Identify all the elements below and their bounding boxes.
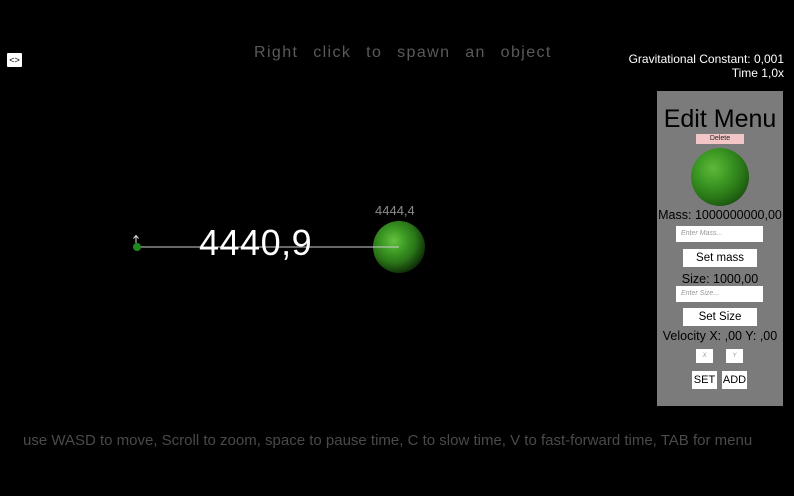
mass-text: Mass: 1000000000,00 [658,208,782,222]
set-velocity-button[interactable]: SET [692,371,717,389]
delete-button[interactable]: Delete [696,134,744,144]
add-velocity-button[interactable]: ADD [722,371,747,389]
distance-label: 4440,9 [199,222,313,263]
size-text: Size: 1000,00 [681,272,759,286]
edit-menu-panel: Edit Menu Delete Mass: 1000000000,00 Ent… [657,91,783,406]
set-size-button[interactable]: Set Size [683,308,757,326]
velocity-x-input[interactable]: X [696,349,713,363]
set-mass-button[interactable]: Set mass [683,249,757,267]
edit-menu-title: Edit Menu [663,105,777,133]
velocity-text: Velocity X: ,00 Y: ,00 [662,329,778,343]
selected-planet-preview [691,148,749,206]
size-input[interactable]: Enter Size... [676,286,763,302]
velocity-y-input[interactable]: Y [726,349,743,363]
controls-hint: use WASD to move, Scroll to zoom, space … [23,432,753,449]
mass-input[interactable]: Enter Mass... [676,226,763,242]
planet-label: 4444,4 [375,203,415,218]
small-object[interactable] [133,243,141,251]
velocity-arrow-icon [133,234,139,243]
